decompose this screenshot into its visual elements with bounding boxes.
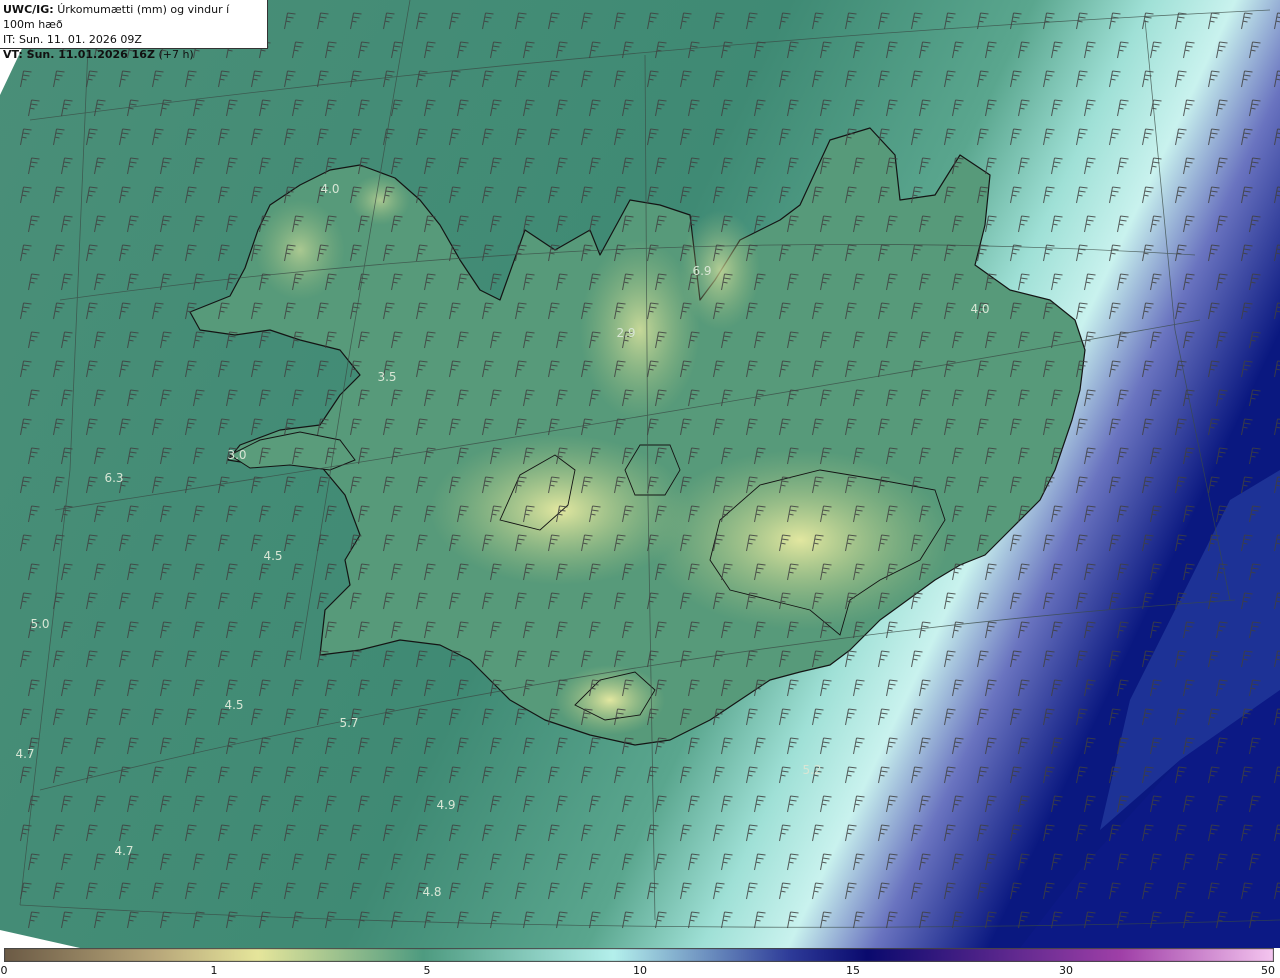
precip-value-west-sea: 6.3 xyxy=(104,471,123,485)
valid-time: VT: Sun. 11.01.2026 16Z xyxy=(3,48,155,61)
precip-value-north-interior: 2.9 xyxy=(616,326,635,340)
legend-color-bar xyxy=(4,948,1274,962)
header-title-line: UWC/IG: Úrkomumætti (mm) og vindur í 100… xyxy=(3,2,264,32)
legend-tick-10: 10 xyxy=(633,964,647,977)
precip-value-sw-corner: 4.7 xyxy=(114,844,133,858)
precip-value-south-sea-b: 5.7 xyxy=(339,716,358,730)
legend-tick-50: 50 xyxy=(1261,964,1275,977)
precip-value-west-coast: 3.5 xyxy=(377,370,396,384)
precip-value-south-sea-c: 4.9 xyxy=(436,798,455,812)
precipitation-map: 4.0 6.9 2.9 4.0 3.5 3.0 6.3 4.5 5.0 4.5 5.7 4.7 5.2 4… xyxy=(0,0,1280,948)
valid-offset: (+7 h) xyxy=(158,48,194,61)
precip-value-sw-far: 4.7 xyxy=(15,747,34,761)
legend-tick-30: 30 xyxy=(1059,964,1073,977)
precip-value-nw-fjords: 4.0 xyxy=(320,182,339,196)
precip-value-snaefellsnes: 3.0 xyxy=(227,448,246,462)
valid-time-line: VT: Sun. 11.01.2026 16Z (+7 h) xyxy=(3,47,264,62)
init-time: IT: Sun. 11. 01. 2026 09Z xyxy=(3,33,142,46)
precip-value-south-bottom: 4.8 xyxy=(422,885,441,899)
precip-value-sw-sea: 4.5 xyxy=(263,549,282,563)
precip-value-far-west: 5.0 xyxy=(30,617,49,631)
map-header: UWC/IG: Úrkomumætti (mm) og vindur í 100… xyxy=(0,0,268,61)
legend-tick-0: 0 xyxy=(0,964,8,977)
legend-tick-1: 1 xyxy=(210,964,218,977)
legend-tick-5: 5 xyxy=(423,964,431,977)
precip-value-east: 4.0 xyxy=(970,302,989,316)
precip-value-south-sea-a: 4.5 xyxy=(224,698,243,712)
legend-tick-15: 15 xyxy=(846,964,860,977)
precip-value-north-central: 6.9 xyxy=(692,264,711,278)
color-legend: 0 1 5 10 15 30 50 xyxy=(0,948,1280,978)
model-name: UWC/IG: xyxy=(3,3,54,16)
precip-value-se-sea: 5.2 xyxy=(802,763,821,777)
